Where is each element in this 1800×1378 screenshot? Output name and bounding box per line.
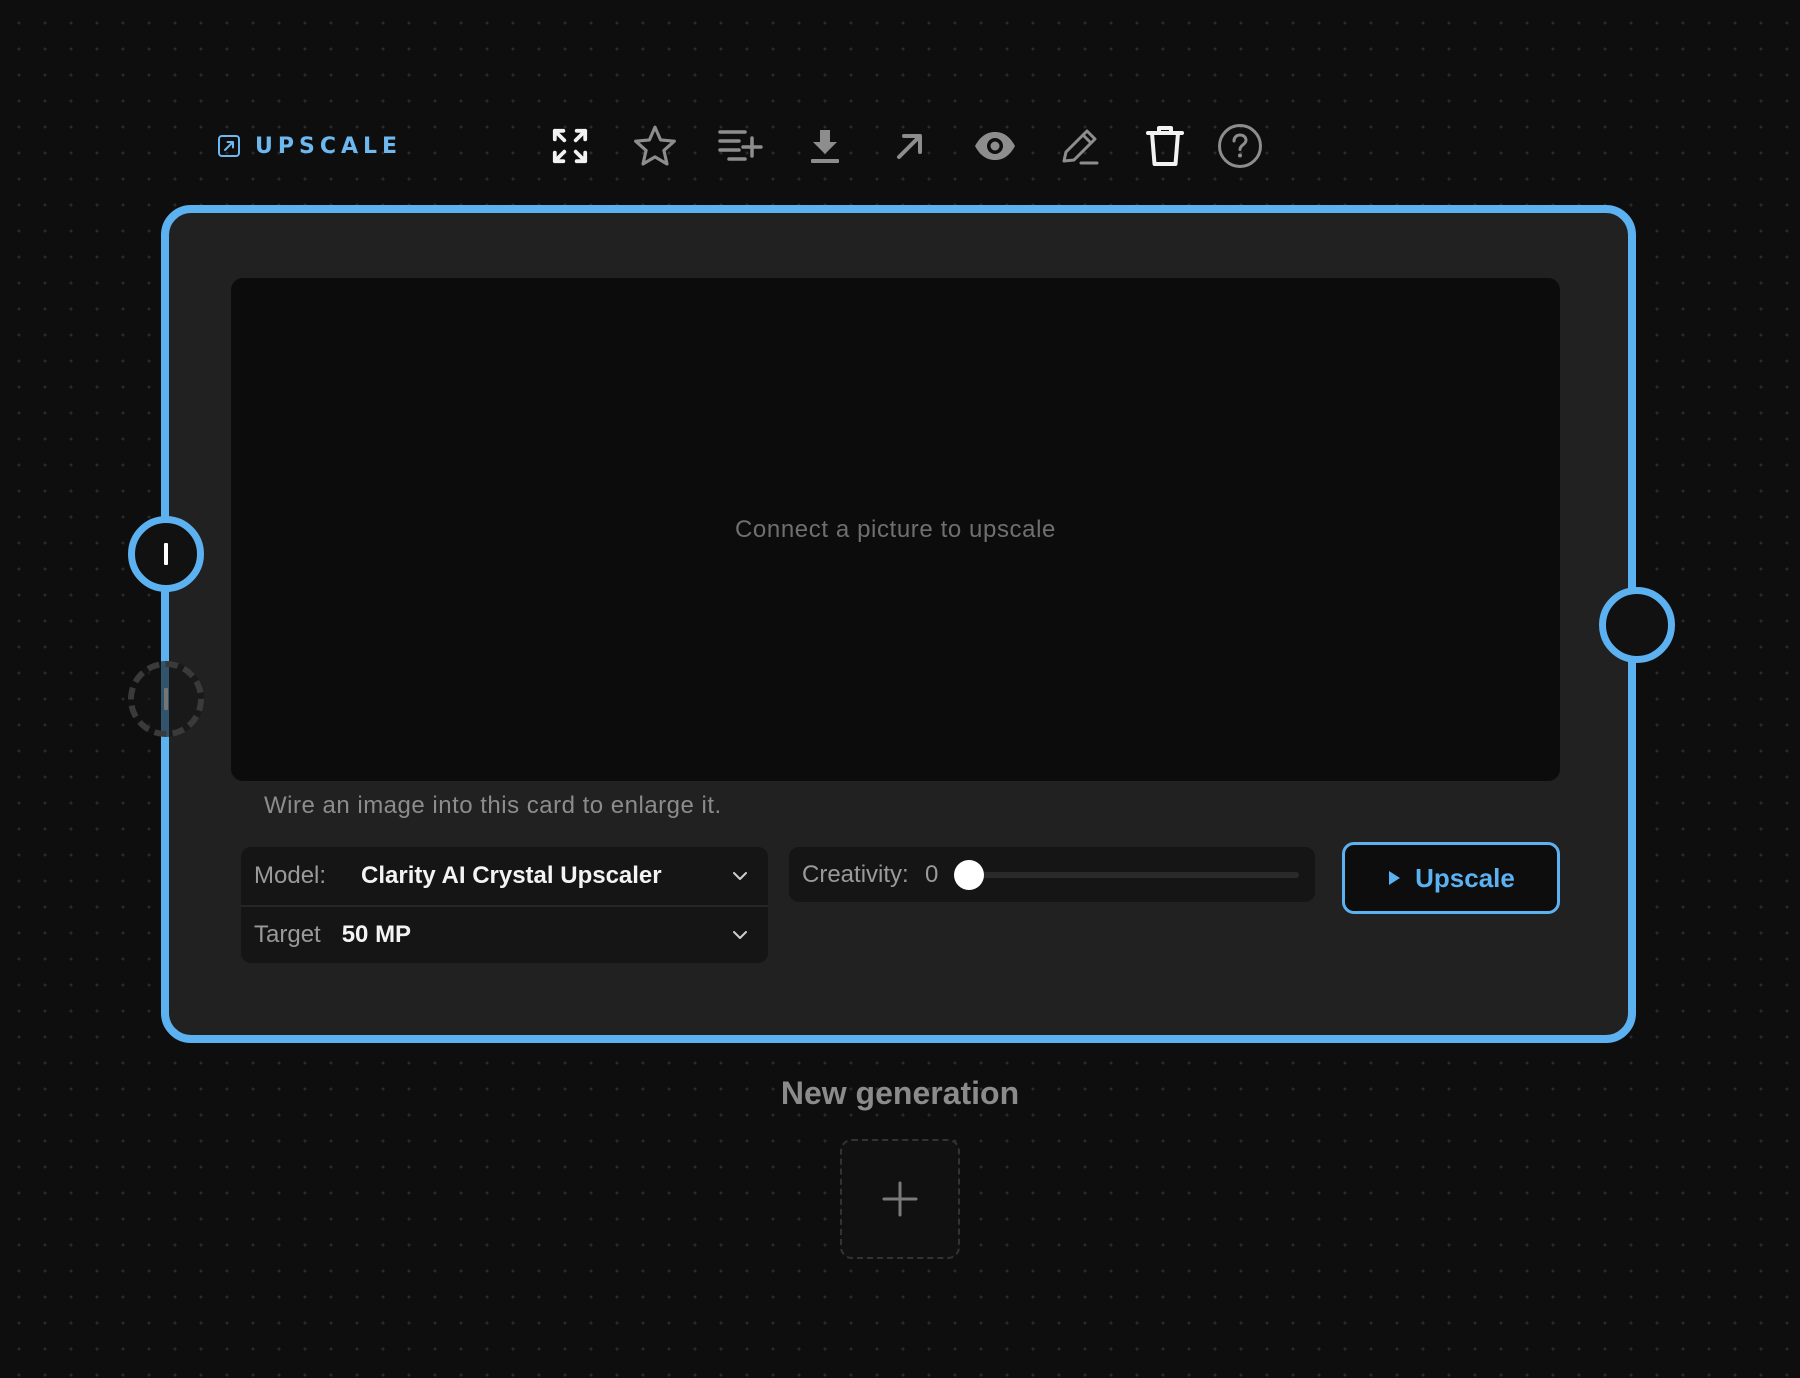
creativity-slider[interactable] bbox=[954, 860, 1299, 890]
creativity-label: Creativity: bbox=[802, 860, 909, 888]
add-to-list-icon bbox=[718, 130, 763, 161]
input-port-marker bbox=[164, 543, 168, 565]
add-to-list-button[interactable] bbox=[712, 118, 768, 174]
model-value: Clarity AI Crystal Upscaler bbox=[361, 862, 662, 889]
preview-button[interactable] bbox=[967, 118, 1023, 174]
edit-button[interactable] bbox=[1052, 118, 1108, 174]
model-select[interactable]: Model: Clarity AI Crystal Upscaler bbox=[241, 847, 768, 905]
image-input-port[interactable] bbox=[128, 516, 204, 592]
creativity-control: Creativity: 0 bbox=[789, 847, 1315, 902]
help-button[interactable] bbox=[1212, 118, 1268, 174]
new-generation-label: New generation bbox=[780, 1075, 1020, 1111]
creativity-value: 0 bbox=[925, 860, 939, 888]
card-hint: Wire an image into this card to enlarge … bbox=[264, 792, 722, 819]
creativity-slider-thumb[interactable] bbox=[954, 860, 984, 890]
fullscreen-icon bbox=[552, 128, 588, 164]
favorite-button[interactable] bbox=[627, 118, 683, 174]
preview-placeholder: Connect a picture to upscale bbox=[735, 515, 1056, 543]
star-icon bbox=[634, 125, 676, 166]
output-port[interactable] bbox=[1599, 587, 1675, 663]
fullscreen-button[interactable] bbox=[542, 118, 598, 174]
open-button[interactable] bbox=[882, 118, 938, 174]
pencil-icon bbox=[1062, 129, 1099, 165]
delete-button[interactable] bbox=[1137, 118, 1193, 174]
trash-icon bbox=[1146, 126, 1184, 166]
settings-group: Model: Clarity AI Crystal Upscaler Targe… bbox=[241, 847, 768, 963]
upscale-button-label: Upscale bbox=[1415, 862, 1515, 893]
target-label: Target bbox=[254, 921, 321, 948]
node-toolbar bbox=[0, 118, 1800, 174]
chevron-down-icon bbox=[733, 872, 747, 880]
upscale-button[interactable]: Upscale bbox=[1342, 842, 1560, 914]
secondary-input-port[interactable] bbox=[128, 661, 204, 737]
chevron-down-icon bbox=[733, 931, 747, 939]
eye-icon bbox=[975, 132, 1015, 160]
download-icon bbox=[811, 130, 839, 163]
play-icon bbox=[1389, 871, 1401, 885]
help-icon bbox=[1218, 124, 1262, 168]
arrow-up-right-icon bbox=[897, 134, 922, 159]
target-value: 50 MP bbox=[341, 921, 412, 948]
download-button[interactable] bbox=[797, 118, 853, 174]
target-select[interactable]: Target 50 MP bbox=[241, 905, 768, 963]
model-label: Model: bbox=[254, 862, 327, 889]
new-generation-button[interactable] bbox=[840, 1139, 960, 1259]
plus-icon bbox=[882, 1181, 918, 1217]
input-port-marker bbox=[164, 688, 168, 710]
image-preview-area[interactable]: Connect a picture to upscale bbox=[231, 278, 1560, 781]
